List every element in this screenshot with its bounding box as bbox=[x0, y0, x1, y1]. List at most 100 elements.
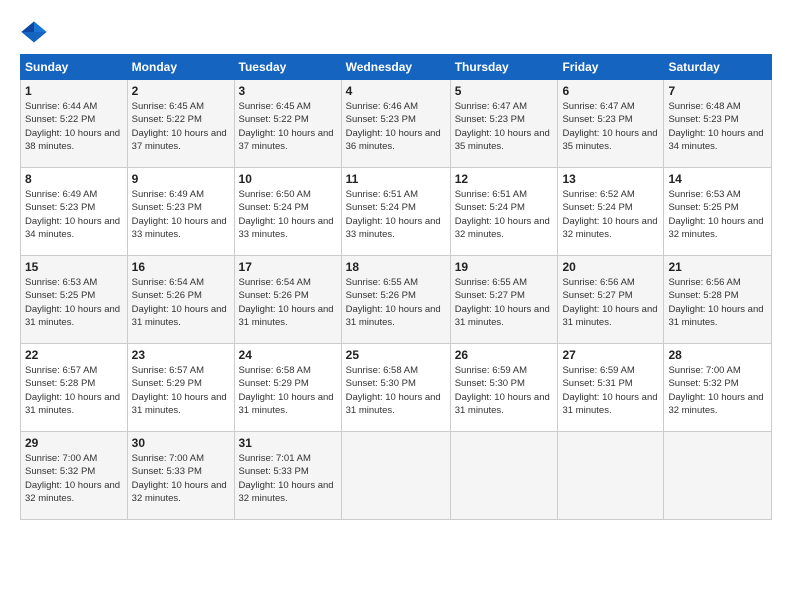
calendar-cell: 26 Sunrise: 6:59 AMSunset: 5:30 PMDayligh… bbox=[450, 344, 558, 432]
calendar-cell bbox=[558, 432, 664, 520]
day-number: 11 bbox=[346, 172, 446, 186]
day-number: 30 bbox=[132, 436, 230, 450]
week-row-3: 15Sunrise: 6:53 AMSunset: 5:25 PMDayligh… bbox=[21, 256, 772, 344]
calendar-cell: 25Sunrise: 6:58 AMSunset: 5:30 PMDayligh… bbox=[341, 344, 450, 432]
weekday-sunday: Sunday bbox=[21, 55, 128, 80]
day-info: Sunrise: 6:49 AMSunset: 5:23 PMDaylight:… bbox=[25, 188, 123, 241]
calendar-cell: 19 Sunrise: 6:55 AMSunset: 5:27 PMDayligh… bbox=[450, 256, 558, 344]
day-number: 15 bbox=[25, 260, 123, 274]
day-number: 17 bbox=[239, 260, 337, 274]
day-number: 24 bbox=[239, 348, 337, 362]
day-info: Sunrise: 7:00 AMSunset: 5:32 PMDaylight:… bbox=[25, 452, 123, 505]
calendar-cell: 15Sunrise: 6:53 AMSunset: 5:25 PMDayligh… bbox=[21, 256, 128, 344]
day-info: Sunrise: 6:46 AMSunset: 5:23 PMDaylight:… bbox=[346, 100, 446, 153]
day-number: 16 bbox=[132, 260, 230, 274]
day-number: 21 bbox=[668, 260, 767, 274]
calendar-cell: 14Sunrise: 6:53 AMSunset: 5:25 PMDayligh… bbox=[664, 168, 772, 256]
day-info: Sunrise: 6:55 AMSunset: 5:26 PMDaylight:… bbox=[346, 276, 446, 329]
calendar-cell: 10 Sunrise: 6:50 AMSunset: 5:24 PMDayligh… bbox=[234, 168, 341, 256]
calendar-cell: 4 Sunrise: 6:46 AMSunset: 5:23 PMDaylight… bbox=[341, 80, 450, 168]
day-info: Sunrise: 6:59 AMSunset: 5:30 PMDaylight:… bbox=[455, 364, 554, 417]
day-info: Sunrise: 6:57 AMSunset: 5:29 PMDaylight:… bbox=[132, 364, 230, 417]
week-row-1: 1 Sunrise: 6:44 AMSunset: 5:22 PMDaylight… bbox=[21, 80, 772, 168]
day-number: 26 bbox=[455, 348, 554, 362]
day-info: Sunrise: 6:47 AMSunset: 5:23 PMDaylight:… bbox=[455, 100, 554, 153]
calendar-cell: 8 Sunrise: 6:49 AMSunset: 5:23 PMDaylight… bbox=[21, 168, 128, 256]
day-number: 12 bbox=[455, 172, 554, 186]
calendar-cell: 31 Sunrise: 7:01 AMSunset: 5:33 PMDayligh… bbox=[234, 432, 341, 520]
day-info: Sunrise: 6:55 AMSunset: 5:27 PMDaylight:… bbox=[455, 276, 554, 329]
weekday-friday: Friday bbox=[558, 55, 664, 80]
day-number: 1 bbox=[25, 84, 123, 98]
day-number: 13 bbox=[562, 172, 659, 186]
day-number: 27 bbox=[562, 348, 659, 362]
calendar-cell: 11Sunrise: 6:51 AMSunset: 5:24 PMDayligh… bbox=[341, 168, 450, 256]
week-row-5: 29 Sunrise: 7:00 AMSunset: 5:32 PMDayligh… bbox=[21, 432, 772, 520]
day-info: Sunrise: 6:45 AMSunset: 5:22 PMDaylight:… bbox=[132, 100, 230, 153]
weekday-thursday: Thursday bbox=[450, 55, 558, 80]
calendar-cell bbox=[450, 432, 558, 520]
calendar-cell bbox=[341, 432, 450, 520]
calendar-cell: 5 Sunrise: 6:47 AMSunset: 5:23 PMDaylight… bbox=[450, 80, 558, 168]
week-row-4: 22 Sunrise: 6:57 AMSunset: 5:28 PMDayligh… bbox=[21, 344, 772, 432]
day-info: Sunrise: 6:54 AMSunset: 5:26 PMDaylight:… bbox=[132, 276, 230, 329]
calendar-cell: 23 Sunrise: 6:57 AMSunset: 5:29 PMDayligh… bbox=[127, 344, 234, 432]
weekday-header-row: SundayMondayTuesdayWednesdayThursdayFrid… bbox=[21, 55, 772, 80]
day-number: 22 bbox=[25, 348, 123, 362]
calendar-cell: 24 Sunrise: 6:58 AMSunset: 5:29 PMDayligh… bbox=[234, 344, 341, 432]
calendar-cell bbox=[664, 432, 772, 520]
weekday-saturday: Saturday bbox=[664, 55, 772, 80]
day-number: 18 bbox=[346, 260, 446, 274]
weekday-monday: Monday bbox=[127, 55, 234, 80]
calendar-cell: 18 Sunrise: 6:55 AMSunset: 5:26 PMDayligh… bbox=[341, 256, 450, 344]
weekday-wednesday: Wednesday bbox=[341, 55, 450, 80]
day-number: 28 bbox=[668, 348, 767, 362]
day-info: Sunrise: 6:57 AMSunset: 5:28 PMDaylight:… bbox=[25, 364, 123, 417]
day-info: Sunrise: 6:52 AMSunset: 5:24 PMDaylight:… bbox=[562, 188, 659, 241]
calendar-cell: 28Sunrise: 7:00 AMSunset: 5:32 PMDayligh… bbox=[664, 344, 772, 432]
calendar-cell: 9 Sunrise: 6:49 AMSunset: 5:23 PMDaylight… bbox=[127, 168, 234, 256]
day-info: Sunrise: 6:56 AMSunset: 5:28 PMDaylight:… bbox=[668, 276, 767, 329]
day-info: Sunrise: 6:56 AMSunset: 5:27 PMDaylight:… bbox=[562, 276, 659, 329]
header bbox=[20, 18, 772, 46]
day-info: Sunrise: 6:59 AMSunset: 5:31 PMDaylight:… bbox=[562, 364, 659, 417]
week-row-2: 8 Sunrise: 6:49 AMSunset: 5:23 PMDaylight… bbox=[21, 168, 772, 256]
calendar-cell: 6 Sunrise: 6:47 AMSunset: 5:23 PMDaylight… bbox=[558, 80, 664, 168]
day-info: Sunrise: 6:48 AMSunset: 5:23 PMDaylight:… bbox=[668, 100, 767, 153]
day-number: 31 bbox=[239, 436, 337, 450]
calendar-cell: 20 Sunrise: 6:56 AMSunset: 5:27 PMDayligh… bbox=[558, 256, 664, 344]
day-number: 20 bbox=[562, 260, 659, 274]
day-number: 25 bbox=[346, 348, 446, 362]
calendar-cell: 17 Sunrise: 6:54 AMSunset: 5:26 PMDayligh… bbox=[234, 256, 341, 344]
day-info: Sunrise: 6:58 AMSunset: 5:29 PMDaylight:… bbox=[239, 364, 337, 417]
day-info: Sunrise: 6:49 AMSunset: 5:23 PMDaylight:… bbox=[132, 188, 230, 241]
calendar-cell: 22 Sunrise: 6:57 AMSunset: 5:28 PMDayligh… bbox=[21, 344, 128, 432]
calendar-cell: 29 Sunrise: 7:00 AMSunset: 5:32 PMDayligh… bbox=[21, 432, 128, 520]
day-number: 10 bbox=[239, 172, 337, 186]
logo bbox=[20, 18, 54, 46]
day-info: Sunrise: 6:45 AMSunset: 5:22 PMDaylight:… bbox=[239, 100, 337, 153]
day-number: 9 bbox=[132, 172, 230, 186]
day-info: Sunrise: 6:44 AMSunset: 5:22 PMDaylight:… bbox=[25, 100, 123, 153]
page: SundayMondayTuesdayWednesdayThursdayFrid… bbox=[0, 0, 792, 532]
day-number: 6 bbox=[562, 84, 659, 98]
day-number: 5 bbox=[455, 84, 554, 98]
calendar-cell: 21 Sunrise: 6:56 AMSunset: 5:28 PMDayligh… bbox=[664, 256, 772, 344]
day-number: 2 bbox=[132, 84, 230, 98]
day-number: 14 bbox=[668, 172, 767, 186]
day-number: 8 bbox=[25, 172, 123, 186]
calendar-cell: 27 Sunrise: 6:59 AMSunset: 5:31 PMDayligh… bbox=[558, 344, 664, 432]
day-number: 4 bbox=[346, 84, 446, 98]
calendar-cell: 12Sunrise: 6:51 AMSunset: 5:24 PMDayligh… bbox=[450, 168, 558, 256]
day-info: Sunrise: 6:47 AMSunset: 5:23 PMDaylight:… bbox=[562, 100, 659, 153]
day-number: 23 bbox=[132, 348, 230, 362]
day-number: 19 bbox=[455, 260, 554, 274]
day-info: Sunrise: 6:50 AMSunset: 5:24 PMDaylight:… bbox=[239, 188, 337, 241]
day-info: Sunrise: 6:54 AMSunset: 5:26 PMDaylight:… bbox=[239, 276, 337, 329]
day-number: 29 bbox=[25, 436, 123, 450]
logo-icon bbox=[20, 18, 48, 46]
day-info: Sunrise: 7:01 AMSunset: 5:33 PMDaylight:… bbox=[239, 452, 337, 505]
calendar-cell: 1 Sunrise: 6:44 AMSunset: 5:22 PMDaylight… bbox=[21, 80, 128, 168]
calendar-cell: 2 Sunrise: 6:45 AMSunset: 5:22 PMDaylight… bbox=[127, 80, 234, 168]
calendar-cell: 3Sunrise: 6:45 AMSunset: 5:22 PMDaylight… bbox=[234, 80, 341, 168]
